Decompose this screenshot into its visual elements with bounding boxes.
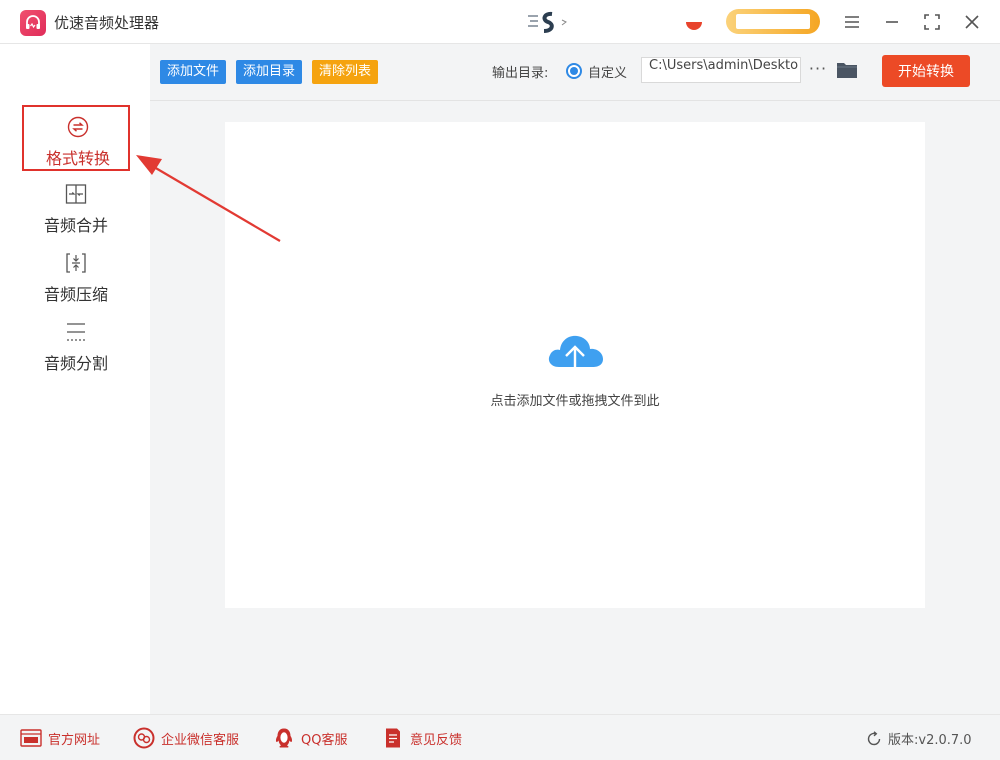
clear-list-button[interactable]: 清除列表 bbox=[312, 60, 379, 84]
minimize-icon[interactable] bbox=[877, 8, 907, 36]
sidebar-item-audio-merge[interactable]: 音频合并 bbox=[22, 174, 130, 240]
sidebar: 格式转换 音频合并 音频压缩 音频分割 bbox=[0, 44, 150, 714]
sidebar-item-label: 音频分割 bbox=[43, 354, 108, 373]
website-icon bbox=[20, 727, 42, 749]
toolbar: 添加文件 添加目录 清除列表 输出目录: 自定义 C:\Users\admin\… bbox=[150, 44, 1000, 101]
add-directory-button[interactable]: 添加目录 bbox=[236, 60, 303, 84]
footer-link-label: 意见反馈 bbox=[410, 732, 463, 748]
menu-icon[interactable] bbox=[837, 8, 867, 36]
brand-s-icon bbox=[528, 10, 568, 36]
app-title: 优速音频处理器 bbox=[54, 14, 160, 32]
cloud-upload-icon bbox=[545, 327, 605, 381]
main-content: 点击添加文件或拖拽文件到此 bbox=[150, 101, 1000, 714]
audio-split-icon bbox=[64, 320, 88, 344]
audio-merge-icon bbox=[64, 182, 88, 206]
sidebar-item-label: 格式转换 bbox=[45, 149, 110, 168]
format-convert-icon bbox=[66, 115, 90, 139]
feedback-link[interactable]: 意见反馈 bbox=[382, 727, 462, 749]
qq-icon bbox=[273, 727, 295, 749]
vip-button[interactable] bbox=[726, 9, 820, 34]
footer-link-label: QQ客服 bbox=[301, 732, 348, 748]
sidebar-item-audio-compress[interactable]: 音频压缩 bbox=[22, 243, 130, 309]
close-icon[interactable] bbox=[957, 8, 987, 36]
audio-compress-icon bbox=[64, 251, 88, 275]
output-path-field[interactable]: C:\Users\admin\Deskto bbox=[641, 57, 801, 83]
refresh-icon[interactable] bbox=[866, 730, 882, 747]
feedback-icon bbox=[382, 727, 404, 749]
wechat-service-icon bbox=[133, 727, 155, 749]
maximize-icon[interactable] bbox=[917, 8, 947, 36]
badge-icon bbox=[686, 22, 702, 30]
version-info: 版本:v2.0.7.0 bbox=[866, 729, 972, 748]
version-text: 版本:v2.0.7.0 bbox=[888, 733, 972, 748]
output-dir-label: 输出目录: bbox=[492, 66, 549, 81]
footer-link-label: 官方网址 bbox=[48, 732, 101, 748]
sidebar-item-audio-split[interactable]: 音频分割 bbox=[22, 312, 130, 378]
more-options-button[interactable]: ··· bbox=[806, 58, 830, 82]
sidebar-item-format-convert[interactable]: 格式转换 bbox=[22, 105, 130, 171]
custom-dir-radio-label[interactable]: 自定义 bbox=[588, 62, 627, 81]
app-logo-icon bbox=[20, 10, 46, 36]
file-drop-zone[interactable]: 点击添加文件或拖拽文件到此 bbox=[225, 122, 925, 608]
drop-hint-text: 点击添加文件或拖拽文件到此 bbox=[490, 394, 660, 409]
title-bar: 优速音频处理器 bbox=[0, 0, 1000, 44]
wechat-service-link[interactable]: 企业微信客服 bbox=[133, 727, 239, 749]
add-file-button[interactable]: 添加文件 bbox=[160, 60, 227, 84]
official-website-link[interactable]: 官方网址 bbox=[20, 727, 100, 749]
custom-dir-radio[interactable] bbox=[566, 63, 582, 79]
sidebar-item-label: 音频合并 bbox=[43, 216, 108, 235]
open-folder-icon[interactable] bbox=[836, 60, 858, 80]
footer-link-label: 企业微信客服 bbox=[161, 732, 240, 748]
start-convert-button[interactable]: 开始转换 bbox=[882, 55, 970, 87]
footer: 官方网址 企业微信客服 QQ客服 意见反馈 版本:v2.0.7.0 bbox=[0, 714, 1000, 760]
sidebar-item-label: 音频压缩 bbox=[43, 285, 108, 304]
qq-service-link[interactable]: QQ客服 bbox=[273, 727, 347, 749]
